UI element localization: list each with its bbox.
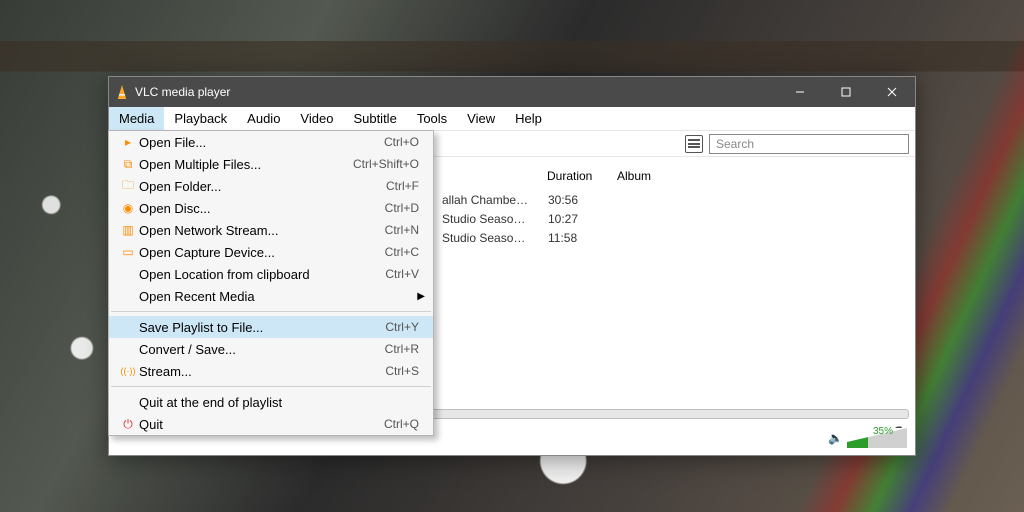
menu-item-label: Stream... bbox=[139, 364, 385, 379]
menu-shortcut: Ctrl+Q bbox=[384, 417, 425, 431]
menu-item-label: Open Multiple Files... bbox=[139, 157, 353, 172]
window-title: VLC media player bbox=[135, 85, 230, 99]
menu-item-open-multiple-files[interactable]: ⧉Open Multiple Files...Ctrl+Shift+O bbox=[109, 153, 433, 175]
menu-shortcut: Ctrl+R bbox=[385, 342, 425, 356]
view-mode-icon[interactable] bbox=[685, 135, 703, 153]
menu-item-open-file[interactable]: ▸Open File...Ctrl+O bbox=[109, 131, 433, 153]
menu-shortcut: Ctrl+Y bbox=[385, 320, 425, 334]
menu-item-label: Open Capture Device... bbox=[139, 245, 385, 260]
menu-item-quit-at-the-end-of-playlist[interactable]: Quit at the end of playlist bbox=[109, 391, 433, 413]
speaker-icon[interactable]: 🔈 bbox=[828, 431, 843, 445]
quit-icon: ⏻ bbox=[117, 417, 139, 432]
file-play-icon: ▸ bbox=[117, 135, 139, 149]
submenu-arrow-icon: ▶ bbox=[417, 291, 425, 302]
files-icon: ⧉ bbox=[117, 157, 139, 172]
menubar: Media Playback Audio Video Subtitle Tool… bbox=[109, 107, 915, 131]
menu-item-open-capture-device[interactable]: ▭Open Capture Device...Ctrl+C bbox=[109, 241, 433, 263]
menu-shortcut: Ctrl+C bbox=[385, 245, 425, 259]
menu-subtitle[interactable]: Subtitle bbox=[343, 107, 406, 130]
menu-item-label: Open Recent Media bbox=[139, 289, 417, 304]
menu-item-label: Open File... bbox=[139, 135, 384, 150]
menu-view[interactable]: View bbox=[457, 107, 505, 130]
folder-icon: 🗀 bbox=[117, 176, 139, 197]
menu-shortcut: Ctrl+S bbox=[385, 364, 425, 378]
menu-video[interactable]: Video bbox=[290, 107, 343, 130]
menu-item-convert-save[interactable]: Convert / Save...Ctrl+R bbox=[109, 338, 433, 360]
volume-percent: 35% bbox=[873, 426, 893, 437]
menu-item-label: Open Disc... bbox=[139, 201, 385, 216]
menu-separator bbox=[111, 311, 431, 312]
menu-item-open-recent-media[interactable]: Open Recent Media▶ bbox=[109, 285, 433, 307]
network-icon: ▥ bbox=[117, 223, 139, 237]
menu-item-open-folder[interactable]: 🗀Open Folder...Ctrl+F bbox=[109, 175, 433, 197]
maximize-button[interactable] bbox=[823, 77, 869, 107]
disc-icon: ◉ bbox=[117, 201, 139, 215]
menu-playback[interactable]: Playback bbox=[164, 107, 237, 130]
menu-shortcut: Ctrl+N bbox=[385, 223, 425, 237]
menu-item-open-disc[interactable]: ◉Open Disc...Ctrl+D bbox=[109, 197, 433, 219]
menu-item-label: Convert / Save... bbox=[139, 342, 385, 357]
menu-shortcut: Ctrl+V bbox=[385, 267, 425, 281]
stream-icon: ((·)) bbox=[117, 366, 139, 376]
menu-item-label: Save Playlist to File... bbox=[139, 320, 385, 335]
close-button[interactable] bbox=[869, 77, 915, 107]
vlc-cone-icon bbox=[115, 85, 129, 99]
capture-icon: ▭ bbox=[117, 245, 139, 259]
menu-tools[interactable]: Tools bbox=[407, 107, 457, 130]
menu-item-save-playlist-to-file[interactable]: Save Playlist to File...Ctrl+Y bbox=[109, 316, 433, 338]
menu-item-label: Quit at the end of playlist bbox=[139, 395, 419, 410]
menu-shortcut: Ctrl+D bbox=[385, 201, 425, 215]
menu-separator bbox=[111, 386, 431, 387]
menu-item-label: Quit bbox=[139, 417, 384, 432]
menu-item-label: Open Folder... bbox=[139, 179, 386, 194]
menu-item-open-location-from-clipboard[interactable]: Open Location from clipboardCtrl+V bbox=[109, 263, 433, 285]
menu-help[interactable]: Help bbox=[505, 107, 552, 130]
volume-control[interactable]: -·-·-· 🔈 35% bbox=[828, 428, 907, 448]
menu-item-stream[interactable]: ((·))Stream...Ctrl+S bbox=[109, 360, 433, 382]
titlebar[interactable]: VLC media player bbox=[109, 77, 915, 107]
menu-item-quit[interactable]: ⏻QuitCtrl+Q bbox=[109, 413, 433, 435]
col-duration[interactable]: Duration bbox=[539, 169, 609, 189]
minimize-button[interactable] bbox=[777, 77, 823, 107]
media-menu-dropdown: ▸Open File...Ctrl+O⧉Open Multiple Files.… bbox=[108, 130, 434, 436]
search-input[interactable]: Search bbox=[709, 134, 909, 154]
menu-shortcut: Ctrl+O bbox=[384, 135, 425, 149]
menu-item-label: Open Network Stream... bbox=[139, 223, 385, 238]
menu-shortcut: Ctrl+F bbox=[386, 179, 425, 193]
col-album[interactable]: Album bbox=[609, 169, 659, 189]
menu-item-open-network-stream[interactable]: ▥Open Network Stream...Ctrl+N bbox=[109, 219, 433, 241]
menu-media[interactable]: Media bbox=[109, 107, 164, 130]
menu-shortcut: Ctrl+Shift+O bbox=[353, 157, 425, 171]
menu-item-label: Open Location from clipboard bbox=[139, 267, 385, 282]
menu-audio[interactable]: Audio bbox=[237, 107, 290, 130]
